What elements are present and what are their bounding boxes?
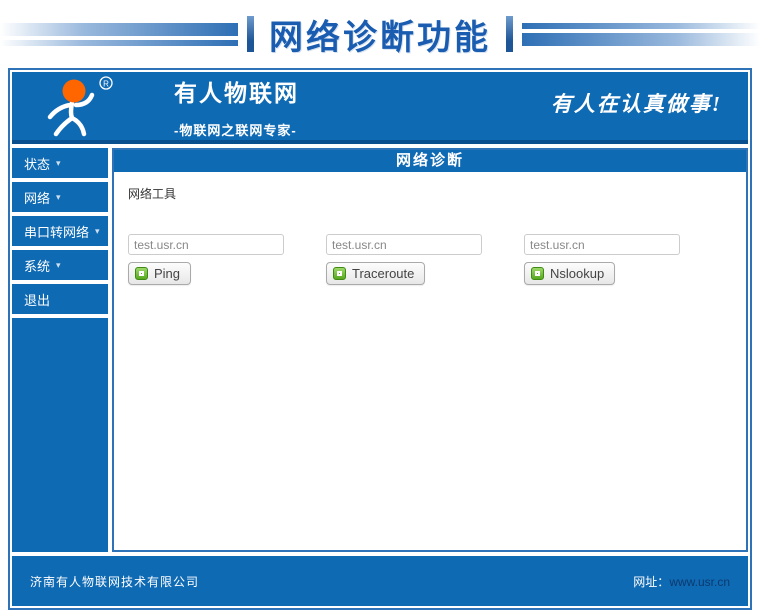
sidebar-item-network[interactable]: 网络 ▾ [12, 182, 108, 212]
svg-text:R: R [103, 80, 109, 89]
app-footer: 济南有人物联网技术有限公司 网址：www.usr.cn [12, 556, 748, 606]
tools-row: Ping Traceroute Ns [128, 234, 732, 285]
chevron-down-icon: ▾ [56, 157, 61, 168]
sidebar-nav: 状态 ▾ 网络 ▾ 串口转网络 ▾ 系统 ▾ 退出 [12, 148, 108, 552]
chevron-down-icon: ▾ [56, 259, 61, 270]
chevron-down-icon: ▾ [56, 191, 61, 202]
sidebar-item-logout[interactable]: 退出 [12, 284, 108, 314]
page-title: 网络诊断功能 [269, 18, 491, 57]
ping-tool: Ping [128, 234, 284, 285]
sidebar-item-serial-to-net[interactable]: 串口转网络 ▾ [12, 216, 108, 246]
sidebar-filler [12, 318, 108, 552]
nslookup-host-input[interactable] [524, 234, 680, 255]
brand-tagline: -物联网之联网专家- [174, 122, 297, 138]
run-icon [135, 267, 148, 280]
nslookup-button[interactable]: Nslookup [524, 262, 616, 285]
traceroute-button[interactable]: Traceroute [326, 262, 426, 285]
app-header: R 有人物联网 -物联网之联网专家- 有人在认真做事! [12, 72, 748, 144]
sidebar-item-status[interactable]: 状态 ▾ [12, 148, 108, 178]
app-frame: R 有人物联网 -物联网之联网专家- 有人在认真做事! 状态 ▾ 网络 ▾ 串口… [8, 68, 752, 610]
sidebar-item-label: 网络 [24, 190, 51, 206]
main-panel-title: 网络诊断 [114, 150, 746, 172]
banner-left-bars [0, 22, 238, 46]
section-label: 网络工具 [128, 187, 177, 201]
sidebar-item-label: 退出 [24, 292, 51, 308]
brand-name: 有人物联网 [174, 80, 299, 106]
sidebar-item-label: 系统 [24, 258, 51, 274]
ping-host-input[interactable] [128, 234, 284, 255]
sidebar-item-label: 状态 [24, 156, 51, 172]
usr-logo-icon: R [34, 73, 122, 139]
traceroute-tool: Traceroute [326, 234, 482, 285]
body-row: 状态 ▾ 网络 ▾ 串口转网络 ▾ 系统 ▾ 退出 网络诊断 网络工具 test… [12, 148, 748, 552]
ping-button[interactable]: Ping [128, 262, 192, 285]
website-link[interactable]: www.usr.cn [669, 575, 730, 589]
nslookup-tool: Nslookup [524, 234, 680, 285]
button-label: Ping [154, 266, 181, 281]
banner-left-cap [247, 16, 254, 52]
sidebar-item-label: 串口转网络 [24, 224, 90, 240]
footer-website: 网址：www.usr.cn [633, 573, 730, 590]
button-label: Nslookup [550, 266, 605, 281]
button-label: Traceroute [352, 266, 415, 281]
brand-slogan: 有人在认真做事! [550, 92, 722, 116]
traceroute-host-input[interactable] [326, 234, 482, 255]
run-icon [531, 267, 544, 280]
run-icon [333, 267, 346, 280]
brand-block: 有人物联网 -物联网之联网专家- [174, 74, 299, 139]
chevron-down-icon: ▾ [95, 225, 100, 236]
sidebar-item-system[interactable]: 系统 ▾ [12, 250, 108, 280]
website-label: 网址： [633, 574, 670, 589]
main-content: 网络工具 Ping Traceroute [114, 172, 746, 550]
banner-right-bars [522, 22, 760, 46]
page-banner: 网络诊断功能 [0, 8, 760, 60]
main-panel: 网络诊断 网络工具 Ping Tra [112, 148, 748, 552]
footer-company: 济南有人物联网技术有限公司 [30, 574, 200, 589]
banner-right-cap [506, 16, 513, 52]
